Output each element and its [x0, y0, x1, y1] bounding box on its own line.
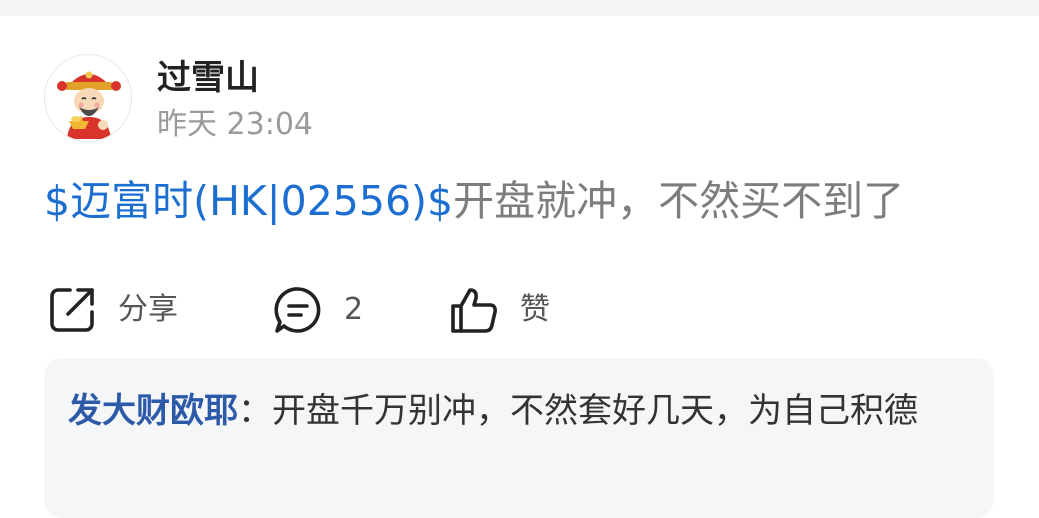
comment-icon	[274, 287, 321, 333]
post-text: 开盘就冲，不然买不到了	[453, 177, 905, 225]
comment-separator: ：	[238, 391, 272, 431]
comment-button[interactable]: 2	[272, 278, 363, 342]
comment-item: 发大财欧耶：开盘千万别冲，不然套好几天，为自己积德	[68, 386, 973, 436]
comment-text: 开盘千万别冲，不然套好几天，为自己积德	[272, 391, 918, 431]
post-timestamp: 昨天 23:04	[157, 107, 313, 142]
post-content: $迈富时(HK|02556)$开盘就冲，不然买不到了	[44, 176, 1004, 226]
action-bar: 分享 2 赞	[0, 278, 1039, 342]
top-divider-band	[0, 0, 1039, 16]
avatar[interactable]	[44, 54, 132, 142]
comment-count: 2	[344, 292, 364, 327]
share-icon	[50, 288, 94, 332]
stock-tag-link[interactable]: $迈富时(HK|02556)$	[44, 177, 453, 225]
share-button[interactable]: 分享	[46, 278, 178, 342]
username[interactable]: 过雪山	[157, 58, 259, 98]
like-label: 赞	[520, 292, 550, 327]
god-of-wealth-avatar-icon	[57, 71, 121, 139]
comment-preview[interactable]: 发大财欧耶：开盘千万别冲，不然套好几天，为自己积德	[44, 358, 994, 518]
share-label: 分享	[118, 292, 178, 327]
comment-author[interactable]: 发大财欧耶	[68, 391, 238, 431]
thumbs-up-icon	[451, 288, 497, 333]
like-button[interactable]: 赞	[448, 278, 550, 342]
post-card: 过雪山 昨天 23:04 $迈富时(HK|02556)$开盘就冲，不然买不到了 …	[0, 16, 1039, 518]
